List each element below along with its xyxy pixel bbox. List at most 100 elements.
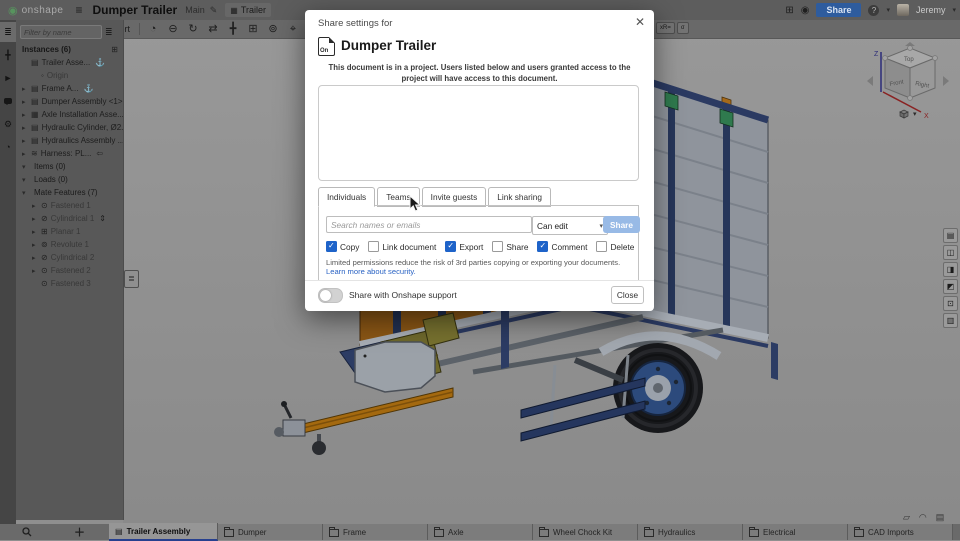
chevron-icon[interactable]: ▸ xyxy=(32,228,38,236)
search-tabs-icon[interactable] xyxy=(22,527,32,537)
appearance-panel-icon[interactable]: ◩ xyxy=(943,279,958,294)
share-tab[interactable]: Individuals xyxy=(318,187,376,207)
tree-options-icon[interactable]: ≣ xyxy=(105,27,113,38)
tree-item[interactable]: ▸ ▤ Dumper Assembly <1> xyxy=(16,95,123,108)
project-breadcrumb[interactable]: ▦ Trailer xyxy=(225,3,271,17)
measure-icon[interactable]: σ xyxy=(676,22,689,34)
tree-item[interactable]: ▸ ▤ Hydraulics Assembly ... xyxy=(16,134,123,147)
chevron-icon[interactable]: ▸ xyxy=(32,215,38,223)
dialog-share-button[interactable]: Share xyxy=(603,216,640,233)
close-icon[interactable]: ✕ xyxy=(635,15,645,29)
permission-checkbox[interactable]: Share xyxy=(492,241,528,252)
user-menu-chevron-icon[interactable]: ▾ xyxy=(952,6,956,14)
rename-icon[interactable]: ✎ xyxy=(210,5,218,16)
share-button[interactable]: Share xyxy=(816,3,862,17)
checkbox-icon[interactable] xyxy=(445,241,457,252)
fastened-mate-icon[interactable]: ╋ xyxy=(223,20,243,38)
chevron-icon[interactable]: ▸ xyxy=(32,254,38,262)
variables-icon[interactable]: xR= xyxy=(656,22,675,34)
tree-item[interactable]: ⊙ Fastened 3 xyxy=(16,277,123,290)
tree-item[interactable]: ▸ ⊙ Fastened 1 xyxy=(16,199,123,212)
avatar[interactable] xyxy=(896,4,909,16)
history-icon[interactable]: ◔ xyxy=(143,20,163,38)
folder-tab[interactable]: Dumper xyxy=(218,524,323,540)
tree-item[interactable]: ▸ ⊘ Cylindrical 1 ⇕ xyxy=(16,212,123,225)
ball-mate-icon[interactable]: ⊚ xyxy=(263,20,283,38)
permission-select[interactable]: Can edit ▾ xyxy=(532,216,608,235)
chevron-icon[interactable]: ▸ xyxy=(22,111,28,119)
chevron-icon[interactable]: ▾ xyxy=(22,163,28,171)
filter-input[interactable] xyxy=(20,25,102,39)
chevron-icon[interactable]: ▸ xyxy=(32,267,38,275)
permission-checkbox[interactable]: Link document xyxy=(368,241,436,252)
chevron-icon[interactable]: ▸ xyxy=(22,150,28,158)
support-toggle[interactable] xyxy=(318,288,343,303)
new-instance-icon[interactable]: ⊞ xyxy=(111,45,118,54)
tree-item[interactable]: ▾ Loads (0) xyxy=(16,173,123,186)
mate-icon[interactable]: ⊖ xyxy=(163,20,183,38)
select-icon[interactable]: ► xyxy=(0,68,16,88)
custom-tables-icon[interactable]: ▥ xyxy=(943,313,958,328)
share-tab[interactable]: Invite guests xyxy=(421,187,487,207)
chevron-icon[interactable]: ▸ xyxy=(32,202,38,210)
chevron-icon[interactable]: ▸ xyxy=(22,98,28,106)
chevron-icon[interactable]: ▸ xyxy=(32,241,38,249)
tree-item[interactable]: ▸ ≋ Harness: PL... ⇦ xyxy=(16,147,123,160)
tab-trailer-assembly[interactable]: ▤ Trailer Assembly xyxy=(109,523,218,541)
security-link[interactable]: Learn more about security. xyxy=(326,267,416,276)
render-panel-icon[interactable]: ⊡ xyxy=(943,296,958,311)
planar-mate-icon[interactable]: ⊞ xyxy=(243,20,263,38)
learning-center-icon[interactable]: ◉ xyxy=(801,5,810,16)
panel-resize-handle[interactable]: ≣ xyxy=(124,270,139,288)
tree-item[interactable]: ▸ ▤ Hydraulic Cylinder, Ø2... xyxy=(16,121,123,134)
share-search-input[interactable] xyxy=(326,216,532,233)
view-cube[interactable]: Top Front Right Z X xyxy=(863,40,953,140)
chevron-icon[interactable]: ▾ xyxy=(22,189,28,197)
permission-checkbox[interactable]: Copy xyxy=(326,241,359,252)
folder-tab[interactable]: CAD Imports xyxy=(848,524,953,540)
section-view-icon[interactable]: ◨ xyxy=(943,262,958,277)
view-options-menu[interactable]: ▾ xyxy=(898,108,917,120)
cylindrical-mate-icon[interactable]: ⌖ xyxy=(283,20,303,38)
checkbox-icon[interactable] xyxy=(596,241,608,252)
comments-icon[interactable] xyxy=(0,91,16,111)
checkbox-icon[interactable] xyxy=(368,241,380,252)
help-icon[interactable]: ? xyxy=(868,4,880,16)
tree-item[interactable]: ▸ ▦ Axle Installation Asse... xyxy=(16,108,123,121)
bom-table-icon[interactable]: ▤ xyxy=(943,228,958,243)
main-menu-icon[interactable]: ≡ xyxy=(75,3,82,17)
chevron-icon[interactable]: ▾ xyxy=(22,176,28,184)
chevron-icon[interactable]: ▸ xyxy=(22,124,28,132)
permission-checkbox[interactable]: Delete xyxy=(596,241,634,252)
slider-mate-icon[interactable]: ⇄ xyxy=(203,20,223,38)
chevron-icon[interactable]: ▸ xyxy=(22,137,28,145)
checkbox-icon[interactable] xyxy=(492,241,504,252)
performance-icon[interactable]: ▱ xyxy=(903,512,910,523)
insert-icon[interactable]: ╋ xyxy=(0,45,16,65)
apps-grid-icon[interactable]: ⊞ xyxy=(785,5,793,16)
folder-tab[interactable]: Axle xyxy=(428,524,533,540)
tree-item[interactable]: ▸ ⊚ Revolute 1 xyxy=(16,238,123,251)
tree-item[interactable]: ▾ Items (0) xyxy=(16,160,123,173)
tree-item[interactable]: ▸ ⊞ Planar 1 xyxy=(16,225,123,238)
share-tab[interactable]: Link sharing xyxy=(488,187,551,207)
folder-tab[interactable]: Wheel Chock Kit xyxy=(533,524,638,540)
tree-item[interactable]: ▸ ⊙ Fastened 2 xyxy=(16,264,123,277)
configurations-icon[interactable]: ⚙ xyxy=(0,114,16,134)
hidden-tabs-icon[interactable]: ◠ xyxy=(919,512,927,523)
permission-checkbox[interactable]: Comment xyxy=(537,241,587,252)
toggle-knob[interactable] xyxy=(320,290,331,301)
tree-item[interactable]: ▸ ▤ Frame A... ⚓ xyxy=(16,82,123,95)
checkbox-icon[interactable] xyxy=(537,241,549,252)
help-chevron-icon[interactable]: ▾ xyxy=(886,6,890,14)
permission-checkbox[interactable]: Export xyxy=(445,241,483,252)
history-icon[interactable]: ◔ xyxy=(0,137,16,157)
onshape-logo-icon[interactable]: ◉ xyxy=(8,4,18,17)
assembly-tree-icon[interactable]: ≣ xyxy=(0,22,16,42)
tree-item[interactable]: ▾ Mate Features (7) xyxy=(16,186,123,199)
tree-item[interactable]: ◦ Origin xyxy=(16,69,123,82)
workspace-name[interactable]: Main xyxy=(185,5,205,15)
close-button[interactable]: Close xyxy=(611,286,644,304)
new-tab-icon[interactable]: ＋ xyxy=(74,524,85,540)
folder-tab[interactable]: Hydraulics xyxy=(638,524,743,540)
